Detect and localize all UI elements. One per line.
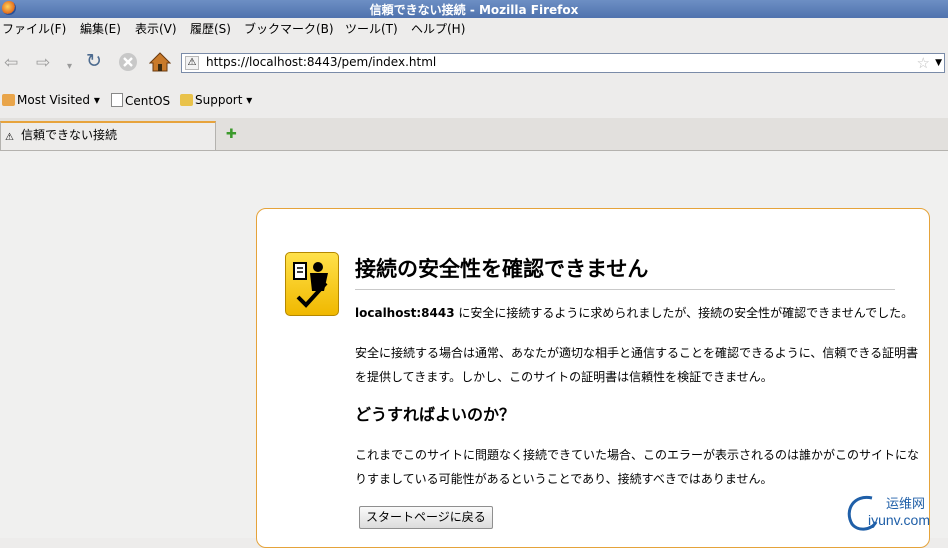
- page-title: 接続の安全性を確認できません: [355, 257, 649, 281]
- url-dropdown-icon[interactable]: ▼: [935, 58, 942, 68]
- reload-icon[interactable]: ↻: [86, 52, 102, 71]
- watermark-cn: 运维网: [886, 497, 926, 512]
- menu-tools[interactable]: ツール(T): [345, 20, 398, 37]
- bookmarks-toolbar: Most Visited ▾ CentOS Support ▾: [0, 88, 948, 118]
- what-to-do-heading: どうすればよいのか？: [355, 405, 516, 424]
- url-text[interactable]: https://localhost:8443/pem/index.html: [206, 55, 436, 69]
- page-icon: [111, 93, 123, 107]
- intro-paragraph: localhost:8443 に安全に接続するように求められましたが、接続の安全…: [355, 301, 913, 325]
- window-titlebar: 信頼できない接続 - Mozilla Firefox: [0, 0, 948, 18]
- window-title: 信頼できない接続 - Mozilla Firefox: [369, 3, 579, 17]
- page-content: 接続の安全性を確認できません localhost:8443 に安全に接続するよう…: [0, 151, 948, 548]
- url-bar[interactable]: ⚠ https://localhost:8443/pem/index.html …: [181, 53, 945, 73]
- watermark-logo: 运维网 iyunv.com: [842, 490, 946, 536]
- back-icon[interactable]: ⇦: [4, 54, 18, 72]
- star-icon[interactable]: ☆: [917, 54, 930, 72]
- menu-edit[interactable]: 編集(E): [80, 20, 121, 37]
- bookmark-most-visited[interactable]: Most Visited ▾: [2, 93, 100, 107]
- advice-line-2: りすましている可能性があるということであり、接続すべきではありません。: [355, 472, 773, 486]
- divider: [355, 289, 895, 290]
- warning-icon: ⚠: [5, 132, 14, 143]
- menu-history[interactable]: 履歴(S): [190, 20, 231, 37]
- go-to-start-page-button[interactable]: スタートページに戻る: [359, 506, 493, 529]
- explanation-line-1: 安全に接続する場合は通常、あなたが適切な相手と通信することを確認できるように、信…: [355, 346, 919, 360]
- tab-label: 信頼できない接続: [21, 128, 118, 142]
- warning-icon[interactable]: ⚠: [185, 56, 199, 70]
- forward-icon[interactable]: ⇨: [36, 54, 50, 72]
- folder-icon: [2, 94, 15, 106]
- bookmark-label: Support: [195, 93, 243, 107]
- intro-text: に安全に接続するように求められましたが、接続の安全性が確認できませんでした。: [454, 306, 914, 320]
- error-card: 接続の安全性を確認できません localhost:8443 に安全に接続するよう…: [256, 208, 930, 548]
- menu-bookmarks[interactable]: ブックマーク(B): [244, 20, 334, 37]
- explanation-line-2: を提供してきます。しかし、このサイトの証明書は信頼性を検証できません。: [355, 370, 773, 384]
- stop-icon[interactable]: [118, 52, 138, 76]
- menu-bar: ファイル(F) 編集(E) 表示(V) 履歴(S) ブックマーク(B) ツール(…: [0, 18, 948, 38]
- folder-icon: [180, 94, 193, 106]
- bookmark-label: CentOS: [125, 94, 171, 108]
- bookmark-label: Most Visited: [17, 93, 91, 107]
- tab-strip: ⚠ 信頼できない接続 ✚: [0, 118, 948, 151]
- home-icon[interactable]: [148, 51, 172, 77]
- tab-untrusted-connection[interactable]: ⚠ 信頼できない接続: [0, 121, 216, 150]
- menu-file[interactable]: ファイル(F): [2, 20, 66, 37]
- history-dropdown-icon[interactable]: ▾: [67, 58, 72, 76]
- menu-help[interactable]: ヘルプ(H): [411, 20, 465, 37]
- host-name: localhost:8443: [355, 306, 455, 320]
- menu-view[interactable]: 表示(V): [135, 20, 177, 37]
- bookmark-centos[interactable]: CentOS: [111, 93, 170, 108]
- navigation-toolbar: ⇦ ⇨ ▾ ↻ ⚠ https://localhost:8443/pem/ind…: [0, 38, 948, 88]
- advice-line-1: これまでこのサイトに問題なく接続できていた場合、このエラーが表示されるのは誰かが…: [355, 448, 920, 462]
- new-tab-icon[interactable]: ✚: [226, 127, 237, 142]
- watermark-en: iyunv.com: [868, 512, 930, 528]
- bookmark-support[interactable]: Support ▾: [180, 93, 252, 107]
- identity-icon: [285, 252, 339, 316]
